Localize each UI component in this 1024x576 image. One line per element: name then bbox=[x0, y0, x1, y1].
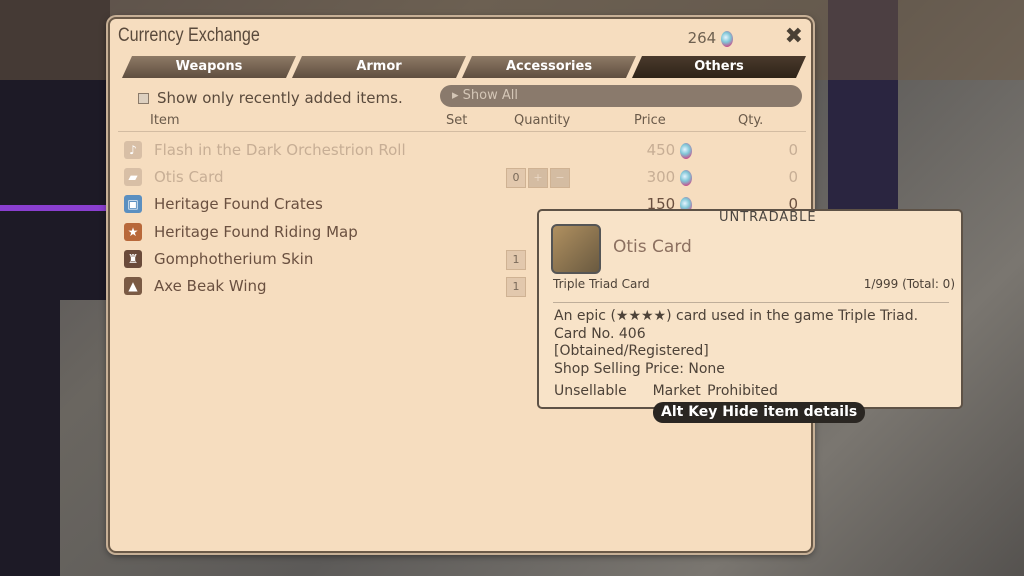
wing-icon: ▲ bbox=[124, 277, 142, 295]
column-header-qty: Qty. bbox=[738, 113, 764, 128]
decrement-button[interactable]: − bbox=[550, 168, 570, 189]
checkbox-box[interactable] bbox=[138, 92, 149, 104]
tooltip-flags: Unsellable Market Prohibited bbox=[554, 383, 778, 399]
item-price: 300 bbox=[608, 168, 692, 186]
map-icon: ★ bbox=[124, 222, 142, 241]
tooltip-item-count: 1/999 (Total: 0) bbox=[863, 277, 955, 291]
tab-accessories[interactable]: Accessories bbox=[462, 56, 636, 78]
description-line: An epic (★★★★) card used in the game Tri… bbox=[554, 308, 919, 324]
filter-dropdown[interactable]: ▸ Show All bbox=[440, 85, 802, 107]
tooltip-item-name: Otis Card bbox=[613, 237, 692, 257]
checkbox-label: Show only recently added items. bbox=[157, 89, 403, 107]
flag-market-prohibited: Market Prohibited bbox=[652, 383, 778, 399]
quantity-value[interactable]: 0 bbox=[506, 168, 526, 189]
item-name: Otis Card bbox=[154, 168, 224, 187]
column-header-quantity: Quantity bbox=[514, 113, 571, 128]
quantity-stepper[interactable]: 1 bbox=[506, 249, 526, 270]
tab-weapons[interactable]: Weapons bbox=[122, 56, 296, 78]
filter-dropdown-value: Show All bbox=[462, 88, 518, 103]
tab-others[interactable]: Others bbox=[632, 56, 806, 78]
item-price: 450 bbox=[608, 141, 692, 159]
item-tooltip: UNTRADABLE Otis Card Triple Triad Card 1… bbox=[537, 209, 963, 409]
description-line: Card No. 406 bbox=[554, 325, 646, 342]
currency-amount: 264 bbox=[687, 29, 717, 47]
owned-qty: 0 bbox=[788, 141, 798, 159]
price-value: 300 bbox=[646, 168, 676, 187]
music-icon: ♪ bbox=[124, 141, 142, 159]
item-name: Heritage Found Riding Map bbox=[154, 222, 358, 241]
owned-qty: 0 bbox=[788, 168, 798, 187]
item-name: Gomphotherium Skin bbox=[154, 249, 314, 268]
description-line: [Obtained/Registered] bbox=[554, 343, 709, 359]
header-divider bbox=[118, 131, 806, 132]
background-structure bbox=[0, 290, 60, 576]
background-glow bbox=[0, 205, 108, 211]
column-header-set: Set bbox=[446, 113, 468, 128]
skin-icon: ♜ bbox=[124, 249, 142, 268]
item-name: Axe Beak Wing bbox=[154, 277, 267, 295]
item-row[interactable]: ♪ Flash in the Dark Orchestrion Roll 450 … bbox=[118, 137, 808, 164]
close-icon[interactable]: ✖ bbox=[785, 24, 803, 49]
description-line: Shop Selling Price: None bbox=[554, 360, 725, 377]
window-title: Currency Exchange bbox=[118, 25, 260, 46]
card-icon bbox=[551, 224, 601, 274]
tooltip-divider bbox=[553, 302, 949, 303]
recent-items-checkbox[interactable]: Show only recently added items. bbox=[138, 89, 403, 107]
gem-icon bbox=[721, 30, 733, 47]
tooltip-description: An epic (★★★★) card used in the game Tri… bbox=[554, 308, 918, 378]
quantity-stepper[interactable]: 1 bbox=[506, 277, 526, 297]
quantity-value[interactable]: 1 bbox=[506, 277, 526, 297]
alt-key-hint: Alt Key Hide item details bbox=[653, 402, 866, 423]
flag-unsellable: Unsellable bbox=[554, 383, 627, 399]
gem-icon bbox=[680, 169, 692, 186]
crate-icon: ▣ bbox=[124, 195, 142, 214]
increment-button[interactable]: + bbox=[528, 168, 548, 189]
tab-armor[interactable]: Armor bbox=[292, 56, 466, 78]
card-icon: ▰ bbox=[124, 168, 142, 187]
price-value: 450 bbox=[646, 141, 676, 159]
currency-display: 264 bbox=[688, 29, 733, 47]
tooltip-item-type: Triple Triad Card bbox=[553, 277, 650, 291]
item-row[interactable]: ▰ Otis Card 0 + −300 0 bbox=[118, 164, 808, 191]
gem-icon bbox=[680, 142, 692, 159]
column-header-item: Item bbox=[150, 113, 180, 128]
column-header-price: Price bbox=[634, 113, 666, 128]
quantity-value[interactable]: 1 bbox=[506, 249, 526, 270]
item-name: Flash in the Dark Orchestrion Roll bbox=[154, 141, 406, 159]
tab-bar: Weapons Armor Accessories Others bbox=[122, 56, 802, 78]
untradable-tag: UNTRADABLE bbox=[719, 210, 817, 225]
quantity-stepper[interactable]: 0 + − bbox=[506, 168, 570, 189]
item-name: Heritage Found Crates bbox=[154, 195, 323, 214]
